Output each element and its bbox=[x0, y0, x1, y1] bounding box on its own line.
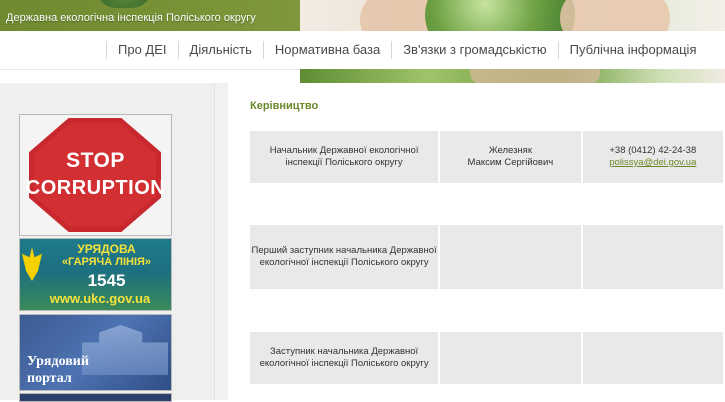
name-cell bbox=[440, 225, 581, 289]
name-line: Железняк bbox=[488, 145, 532, 156]
table-row: Начальник Державної екологічної інспекці… bbox=[250, 131, 725, 183]
stop-corruption-banner[interactable]: STOP CORRUPTION bbox=[19, 114, 172, 236]
nav-item-activity[interactable]: Діяльність bbox=[177, 41, 263, 59]
banner-text: Урядовий bbox=[27, 354, 89, 369]
site-title[interactable]: Державна екологічна інспекція Поліського… bbox=[6, 12, 256, 24]
hotline-number: 1545 bbox=[87, 271, 126, 290]
hero-image bbox=[300, 0, 725, 31]
nav-item-regulations[interactable]: Нормативна база bbox=[262, 41, 391, 59]
government-portal-banner[interactable]: Урядовий портал bbox=[19, 314, 172, 391]
phone-number: +38 (0412) 42-24-38 bbox=[609, 145, 697, 156]
contact-cell bbox=[582, 332, 724, 384]
nav-item-public-relations[interactable]: Зв'язки з громадськістю bbox=[391, 41, 557, 59]
banner-text: УРЯДОВА bbox=[77, 242, 136, 256]
globe-image bbox=[425, 0, 575, 31]
nav-item-about[interactable]: Про ДЕІ bbox=[106, 41, 178, 59]
position-cell: Начальник Державної екологічної інспекці… bbox=[250, 131, 439, 183]
banner-text: портал bbox=[27, 371, 72, 386]
hand-image bbox=[470, 69, 600, 83]
banner-text: CORRUPTION bbox=[25, 177, 166, 199]
position-cell: Заступник начальника Державної екологічн… bbox=[250, 332, 439, 384]
contact-cell: +38 (0412) 42-24-38 polissya@dei.gov.ua bbox=[582, 131, 724, 183]
name-line: Максим Сергійович bbox=[467, 157, 554, 168]
logo-icon bbox=[95, 0, 153, 8]
name-cell bbox=[440, 332, 581, 384]
table-row: Перший заступник начальника Державної ек… bbox=[250, 225, 725, 289]
nav-item-public-info[interactable]: Публічна інформація bbox=[557, 41, 708, 59]
main-navigation: Про ДЕІ Діяльність Нормативна база Зв'яз… bbox=[0, 31, 725, 70]
table-row: Заступник начальника Державної екологічн… bbox=[250, 332, 725, 384]
trident-icon bbox=[22, 247, 42, 281]
banner-text: «ГАРЯЧА ЛІНІЯ» bbox=[61, 256, 152, 268]
building-icon bbox=[82, 325, 168, 375]
contact-cell bbox=[582, 225, 724, 289]
hero-image-strip bbox=[300, 69, 725, 83]
stop-sign-inner bbox=[34, 123, 156, 227]
hand-image bbox=[560, 0, 670, 31]
email-link[interactable]: polissya@dei.gov.ua bbox=[609, 157, 696, 169]
name-cell: Железняк Максим Сергійович bbox=[440, 131, 581, 183]
position-cell: Перший заступник начальника Державної ек… bbox=[250, 225, 439, 289]
nav-menu: Про ДЕІ Діяльність Нормативна база Зв'яз… bbox=[106, 31, 707, 69]
government-hotline-banner[interactable]: УРЯДОВА «ГАРЯЧА ЛІНІЯ» 1545 www.ukc.gov.… bbox=[19, 238, 172, 311]
next-banner[interactable] bbox=[19, 393, 172, 402]
section-title: Керівництво bbox=[250, 100, 319, 112]
hotline-url: www.ukc.gov.ua bbox=[49, 291, 151, 306]
banner-text: STOP bbox=[66, 149, 125, 172]
